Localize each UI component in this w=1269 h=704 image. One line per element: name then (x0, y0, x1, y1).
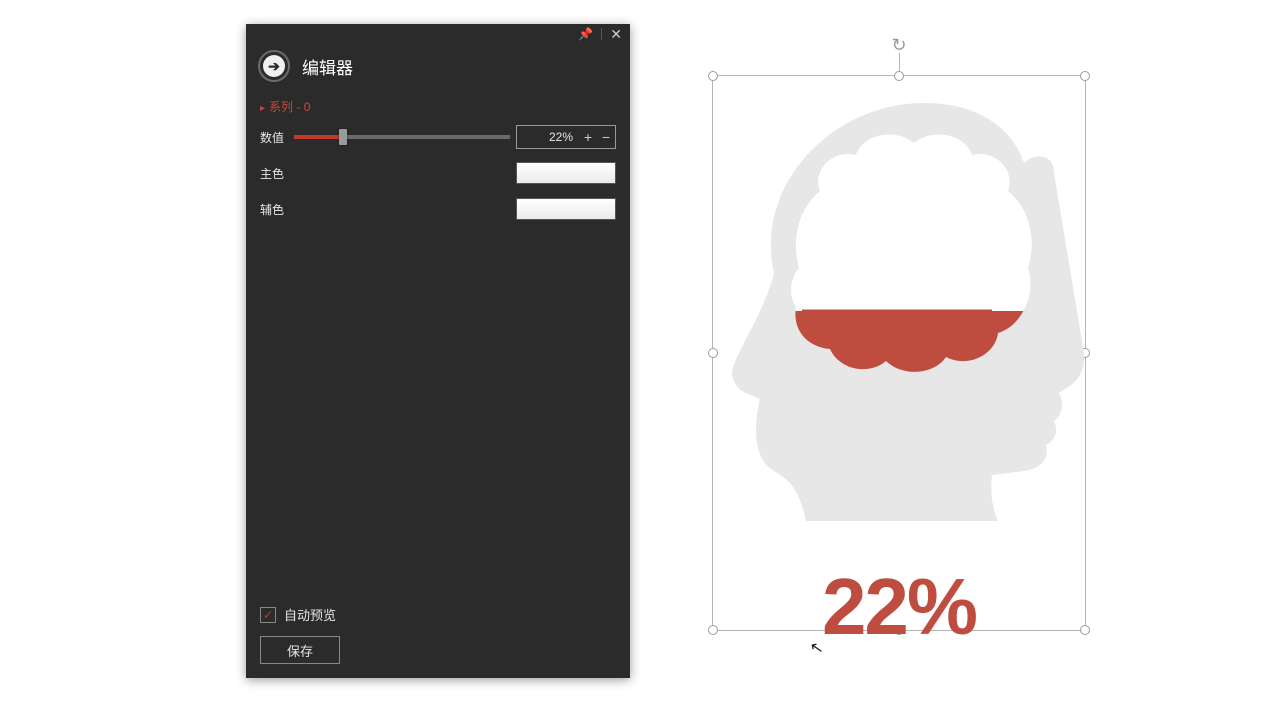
value-input[interactable]: 22% (517, 130, 579, 144)
slider-fill (294, 135, 343, 139)
panel-header: 📌 ✕ (246, 24, 630, 44)
close-icon[interactable]: ✕ (610, 27, 622, 41)
aux-color-label: 辅色 (260, 201, 294, 218)
panel-title: 编辑器 (302, 54, 353, 79)
head-brain-svg (712, 93, 1086, 523)
value-label: 数值 (260, 129, 294, 146)
selected-object[interactable]: ↻ 22% (712, 75, 1086, 631)
aux-color-row: 辅色 (260, 197, 616, 221)
editor-panel: 📌 ✕ ➔ 编辑器 系列 - 0 数值 22% + − 主色 (246, 24, 630, 678)
auto-preview-checkbox[interactable]: ✓ (260, 607, 276, 623)
series-section: 系列 - 0 数值 22% + − 主色 辅色 (246, 98, 630, 233)
value-decrement-button[interactable]: − (597, 126, 615, 148)
main-color-row: 主色 (260, 161, 616, 185)
panel-title-row: ➔ 编辑器 (246, 44, 630, 98)
back-button[interactable]: ➔ (258, 50, 290, 82)
auto-preview-row: ✓ 自动预览 (260, 605, 616, 624)
arrow-right-icon: ➔ (263, 55, 285, 77)
pin-icon[interactable]: 📌 (578, 28, 593, 40)
save-button[interactable]: 保存 (260, 636, 340, 664)
panel-footer: ✓ 自动预览 保存 (246, 595, 630, 678)
series-expand-toggle[interactable]: 系列 - 0 (260, 98, 616, 115)
value-row: 数值 22% + − (260, 125, 616, 149)
value-increment-button[interactable]: + (579, 126, 597, 148)
separator (601, 28, 602, 40)
slider-thumb[interactable] (339, 129, 347, 145)
aux-color-swatch[interactable] (516, 198, 616, 220)
value-input-group: 22% + − (516, 125, 616, 149)
infographic-head (712, 93, 1086, 523)
main-color-swatch[interactable] (516, 162, 616, 184)
resize-handle-tm[interactable] (894, 71, 904, 81)
main-color-label: 主色 (260, 165, 294, 182)
auto-preview-label: 自动预览 (284, 605, 336, 624)
value-slider[interactable] (294, 127, 516, 147)
resize-handle-tl[interactable] (708, 71, 718, 81)
chart-value-label: 22% (712, 561, 1086, 653)
resize-handle-tr[interactable] (1080, 71, 1090, 81)
